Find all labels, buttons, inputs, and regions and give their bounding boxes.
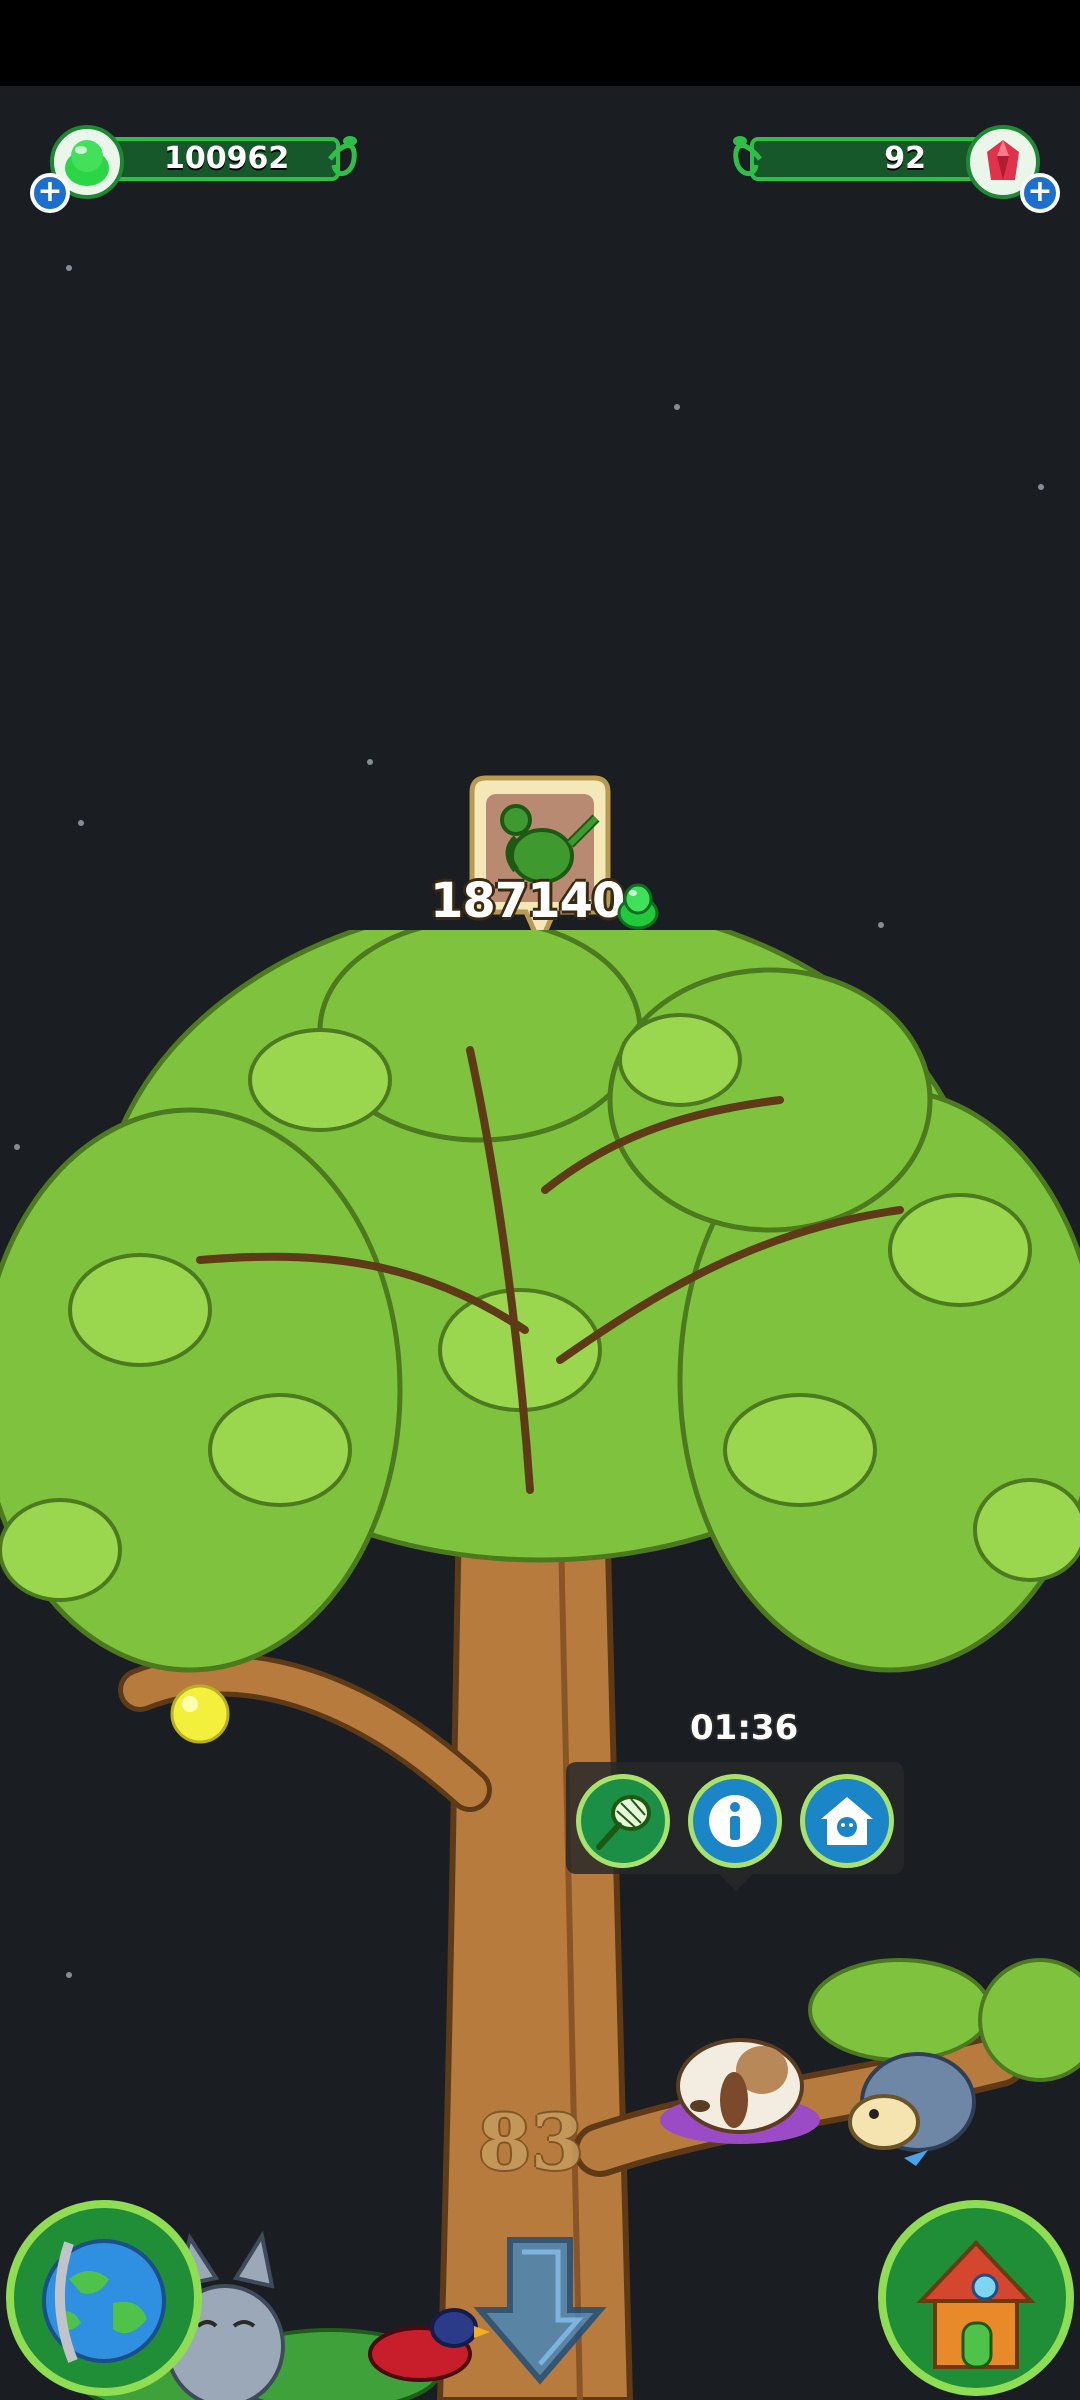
tree-timer: 01:36 bbox=[690, 1708, 799, 1748]
panel-pointer bbox=[718, 1873, 754, 1891]
tree-level-number: 83 bbox=[478, 2098, 584, 2187]
info-button[interactable] bbox=[688, 1774, 782, 1868]
vine-ornament bbox=[733, 136, 762, 176]
globe-icon bbox=[42, 2239, 166, 2363]
gems-counter[interactable]: 92 + bbox=[730, 125, 1060, 213]
scroll-down-button[interactable] bbox=[470, 2230, 610, 2400]
house-icon bbox=[916, 2240, 1036, 2369]
butterfly-net-icon bbox=[596, 1795, 651, 1850]
animal-house-button[interactable] bbox=[800, 1774, 894, 1868]
home-button[interactable] bbox=[878, 2200, 1074, 2396]
animal-house-icon bbox=[821, 1797, 873, 1845]
info-icon bbox=[709, 1795, 761, 1847]
jelly-counter[interactable]: 100962 + bbox=[30, 125, 360, 213]
system-status-bar bbox=[0, 0, 1080, 86]
gems-value: 92 bbox=[750, 137, 1000, 181]
world-map-button[interactable] bbox=[6, 2200, 202, 2396]
butterfly-net-button[interactable] bbox=[576, 1774, 670, 1868]
hedgehog-creature bbox=[848, 2052, 976, 2166]
bird-creature bbox=[368, 2308, 490, 2382]
down-arrow-icon bbox=[473, 2237, 607, 2385]
bunny-creature bbox=[660, 2038, 820, 2144]
vine-ornament bbox=[328, 136, 357, 176]
add-jelly-button[interactable]: + bbox=[30, 173, 70, 213]
jelly-value: 100962 bbox=[90, 137, 340, 181]
green-jelly-icon bbox=[617, 883, 659, 930]
tree-action-panel bbox=[566, 1762, 904, 1874]
upgrade-cost: 187140 bbox=[430, 873, 625, 929]
add-gems-button[interactable]: + bbox=[1020, 173, 1060, 213]
